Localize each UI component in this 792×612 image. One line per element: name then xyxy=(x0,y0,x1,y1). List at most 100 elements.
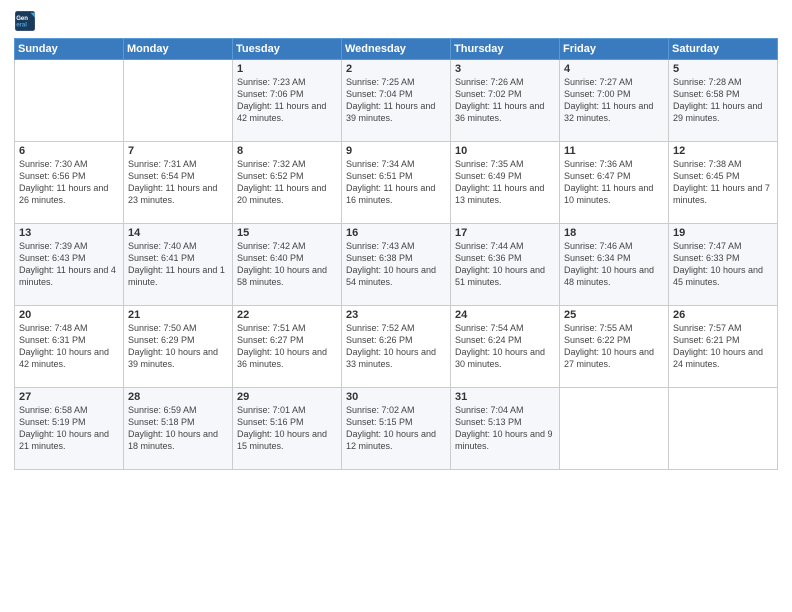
day-number: 7 xyxy=(128,145,228,157)
cell-info: Sunrise: 7:55 AM Sunset: 6:22 PM Dayligh… xyxy=(564,322,664,371)
header: Gen eral xyxy=(14,10,778,32)
day-header-tuesday: Tuesday xyxy=(233,39,342,60)
day-number: 3 xyxy=(455,63,555,75)
calendar-cell: 24Sunrise: 7:54 AM Sunset: 6:24 PM Dayli… xyxy=(451,306,560,388)
cell-info: Sunrise: 7:30 AM Sunset: 6:56 PM Dayligh… xyxy=(19,158,119,207)
cell-info: Sunrise: 6:59 AM Sunset: 5:18 PM Dayligh… xyxy=(128,404,228,453)
day-number: 21 xyxy=(128,309,228,321)
day-number: 14 xyxy=(128,227,228,239)
cell-info: Sunrise: 7:26 AM Sunset: 7:02 PM Dayligh… xyxy=(455,76,555,125)
cell-info: Sunrise: 7:04 AM Sunset: 5:13 PM Dayligh… xyxy=(455,404,555,453)
day-number: 4 xyxy=(564,63,664,75)
day-number: 31 xyxy=(455,391,555,403)
logo-icon: Gen eral xyxy=(14,10,36,32)
day-number: 23 xyxy=(346,309,446,321)
cell-info: Sunrise: 7:54 AM Sunset: 6:24 PM Dayligh… xyxy=(455,322,555,371)
calendar-cell: 10Sunrise: 7:35 AM Sunset: 6:49 PM Dayli… xyxy=(451,142,560,224)
calendar-cell: 27Sunrise: 6:58 AM Sunset: 5:19 PM Dayli… xyxy=(15,388,124,470)
calendar-cell: 4Sunrise: 7:27 AM Sunset: 7:00 PM Daylig… xyxy=(560,60,669,142)
day-number: 8 xyxy=(237,145,337,157)
calendar-cell xyxy=(669,388,778,470)
calendar-cell: 18Sunrise: 7:46 AM Sunset: 6:34 PM Dayli… xyxy=(560,224,669,306)
calendar-cell: 30Sunrise: 7:02 AM Sunset: 5:15 PM Dayli… xyxy=(342,388,451,470)
week-row-1: 1Sunrise: 7:23 AM Sunset: 7:06 PM Daylig… xyxy=(15,60,778,142)
calendar-cell: 20Sunrise: 7:48 AM Sunset: 6:31 PM Dayli… xyxy=(15,306,124,388)
week-row-4: 20Sunrise: 7:48 AM Sunset: 6:31 PM Dayli… xyxy=(15,306,778,388)
cell-info: Sunrise: 7:27 AM Sunset: 7:00 PM Dayligh… xyxy=(564,76,664,125)
calendar-cell: 7Sunrise: 7:31 AM Sunset: 6:54 PM Daylig… xyxy=(124,142,233,224)
cell-info: Sunrise: 7:43 AM Sunset: 6:38 PM Dayligh… xyxy=(346,240,446,289)
page: Gen eral SundayMondayTuesdayWednesdayThu… xyxy=(0,0,792,478)
day-number: 1 xyxy=(237,63,337,75)
cell-info: Sunrise: 7:35 AM Sunset: 6:49 PM Dayligh… xyxy=(455,158,555,207)
calendar-cell: 2Sunrise: 7:25 AM Sunset: 7:04 PM Daylig… xyxy=(342,60,451,142)
week-row-3: 13Sunrise: 7:39 AM Sunset: 6:43 PM Dayli… xyxy=(15,224,778,306)
cell-info: Sunrise: 7:34 AM Sunset: 6:51 PM Dayligh… xyxy=(346,158,446,207)
calendar-cell: 1Sunrise: 7:23 AM Sunset: 7:06 PM Daylig… xyxy=(233,60,342,142)
calendar-cell: 12Sunrise: 7:38 AM Sunset: 6:45 PM Dayli… xyxy=(669,142,778,224)
day-number: 12 xyxy=(673,145,773,157)
header-row: SundayMondayTuesdayWednesdayThursdayFrid… xyxy=(15,39,778,60)
cell-info: Sunrise: 7:25 AM Sunset: 7:04 PM Dayligh… xyxy=(346,76,446,125)
calendar-table: SundayMondayTuesdayWednesdayThursdayFrid… xyxy=(14,38,778,470)
calendar-cell: 11Sunrise: 7:36 AM Sunset: 6:47 PM Dayli… xyxy=(560,142,669,224)
cell-info: Sunrise: 7:38 AM Sunset: 6:45 PM Dayligh… xyxy=(673,158,773,207)
cell-info: Sunrise: 7:57 AM Sunset: 6:21 PM Dayligh… xyxy=(673,322,773,371)
calendar-cell: 22Sunrise: 7:51 AM Sunset: 6:27 PM Dayli… xyxy=(233,306,342,388)
calendar-cell: 8Sunrise: 7:32 AM Sunset: 6:52 PM Daylig… xyxy=(233,142,342,224)
calendar-cell xyxy=(124,60,233,142)
cell-info: Sunrise: 7:51 AM Sunset: 6:27 PM Dayligh… xyxy=(237,322,337,371)
day-header-sunday: Sunday xyxy=(15,39,124,60)
day-header-saturday: Saturday xyxy=(669,39,778,60)
day-number: 11 xyxy=(564,145,664,157)
logo: Gen eral xyxy=(14,10,38,32)
day-number: 18 xyxy=(564,227,664,239)
day-number: 13 xyxy=(19,227,119,239)
day-number: 19 xyxy=(673,227,773,239)
calendar-cell xyxy=(560,388,669,470)
day-header-wednesday: Wednesday xyxy=(342,39,451,60)
cell-info: Sunrise: 7:42 AM Sunset: 6:40 PM Dayligh… xyxy=(237,240,337,289)
week-row-2: 6Sunrise: 7:30 AM Sunset: 6:56 PM Daylig… xyxy=(15,142,778,224)
day-number: 16 xyxy=(346,227,446,239)
calendar-cell: 15Sunrise: 7:42 AM Sunset: 6:40 PM Dayli… xyxy=(233,224,342,306)
calendar-cell: 21Sunrise: 7:50 AM Sunset: 6:29 PM Dayli… xyxy=(124,306,233,388)
cell-info: Sunrise: 7:31 AM Sunset: 6:54 PM Dayligh… xyxy=(128,158,228,207)
calendar-cell: 28Sunrise: 6:59 AM Sunset: 5:18 PM Dayli… xyxy=(124,388,233,470)
svg-text:Gen: Gen xyxy=(16,16,28,22)
calendar-cell: 31Sunrise: 7:04 AM Sunset: 5:13 PM Dayli… xyxy=(451,388,560,470)
calendar-cell: 23Sunrise: 7:52 AM Sunset: 6:26 PM Dayli… xyxy=(342,306,451,388)
calendar-cell: 13Sunrise: 7:39 AM Sunset: 6:43 PM Dayli… xyxy=(15,224,124,306)
day-number: 2 xyxy=(346,63,446,75)
cell-info: Sunrise: 7:32 AM Sunset: 6:52 PM Dayligh… xyxy=(237,158,337,207)
day-number: 15 xyxy=(237,227,337,239)
cell-info: Sunrise: 7:28 AM Sunset: 6:58 PM Dayligh… xyxy=(673,76,773,125)
day-header-friday: Friday xyxy=(560,39,669,60)
cell-info: Sunrise: 7:01 AM Sunset: 5:16 PM Dayligh… xyxy=(237,404,337,453)
calendar-cell: 26Sunrise: 7:57 AM Sunset: 6:21 PM Dayli… xyxy=(669,306,778,388)
day-number: 20 xyxy=(19,309,119,321)
calendar-cell: 5Sunrise: 7:28 AM Sunset: 6:58 PM Daylig… xyxy=(669,60,778,142)
day-number: 9 xyxy=(346,145,446,157)
day-number: 10 xyxy=(455,145,555,157)
calendar-cell: 6Sunrise: 7:30 AM Sunset: 6:56 PM Daylig… xyxy=(15,142,124,224)
cell-info: Sunrise: 7:39 AM Sunset: 6:43 PM Dayligh… xyxy=(19,240,119,289)
day-number: 6 xyxy=(19,145,119,157)
day-header-thursday: Thursday xyxy=(451,39,560,60)
cell-info: Sunrise: 7:23 AM Sunset: 7:06 PM Dayligh… xyxy=(237,76,337,125)
svg-text:eral: eral xyxy=(16,23,27,29)
day-number: 17 xyxy=(455,227,555,239)
day-number: 24 xyxy=(455,309,555,321)
cell-info: Sunrise: 7:52 AM Sunset: 6:26 PM Dayligh… xyxy=(346,322,446,371)
calendar-cell: 17Sunrise: 7:44 AM Sunset: 6:36 PM Dayli… xyxy=(451,224,560,306)
cell-info: Sunrise: 7:46 AM Sunset: 6:34 PM Dayligh… xyxy=(564,240,664,289)
day-number: 29 xyxy=(237,391,337,403)
calendar-cell xyxy=(15,60,124,142)
cell-info: Sunrise: 7:40 AM Sunset: 6:41 PM Dayligh… xyxy=(128,240,228,289)
day-header-monday: Monday xyxy=(124,39,233,60)
day-number: 25 xyxy=(564,309,664,321)
cell-info: Sunrise: 6:58 AM Sunset: 5:19 PM Dayligh… xyxy=(19,404,119,453)
calendar-cell: 25Sunrise: 7:55 AM Sunset: 6:22 PM Dayli… xyxy=(560,306,669,388)
calendar-cell: 19Sunrise: 7:47 AM Sunset: 6:33 PM Dayli… xyxy=(669,224,778,306)
cell-info: Sunrise: 7:36 AM Sunset: 6:47 PM Dayligh… xyxy=(564,158,664,207)
